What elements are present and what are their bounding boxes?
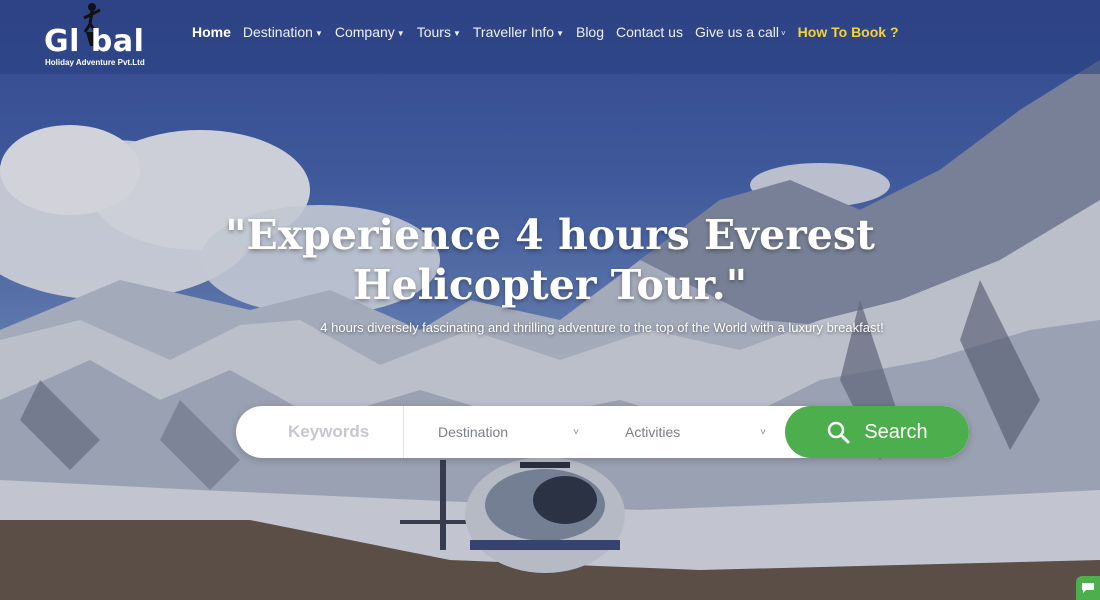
site-logo[interactable]: Gl bal Holiday Adventure Pvt.Ltd bbox=[44, 2, 164, 70]
destination-select[interactable]: Destination ˅ bbox=[404, 406, 591, 458]
chevron-down-icon: ˅ bbox=[781, 28, 786, 38]
chevron-down-icon: ▼ bbox=[314, 28, 323, 38]
nav-destination[interactable]: Destination ▼ bbox=[243, 24, 323, 40]
nav-contact[interactable]: Contact us bbox=[616, 24, 683, 40]
nav-call-label: Give us a call bbox=[694, 24, 779, 40]
keywords-input[interactable]: Keywords bbox=[236, 406, 404, 458]
headline-line-1: "Experience 4 hours Everest bbox=[225, 211, 875, 259]
hero-headline: "Experience 4 hours Everest Helicopter T… bbox=[0, 210, 1100, 310]
activities-select-label: Activities bbox=[625, 424, 681, 440]
nav-how-to-book[interactable]: How To Book ? bbox=[798, 24, 899, 40]
nav-destination-label: Destination bbox=[242, 24, 313, 40]
chat-icon bbox=[1082, 583, 1094, 593]
nav-blog-label: Blog bbox=[575, 24, 605, 40]
nav-home[interactable]: Home bbox=[192, 24, 231, 40]
chevron-down-icon: ˅ bbox=[573, 426, 579, 438]
nav-contact-label: Contact us bbox=[616, 24, 683, 40]
nav-tours[interactable]: Tours ▼ bbox=[417, 24, 461, 40]
search-button[interactable]: Search bbox=[785, 406, 969, 458]
headline-line-2: Helicopter Tour." bbox=[352, 261, 748, 309]
destination-select-label: Destination bbox=[438, 424, 509, 440]
nav-tours-label: Tours bbox=[416, 24, 451, 40]
search-icon bbox=[828, 421, 850, 444]
nav-traveller-info[interactable]: Traveller Info ▼ bbox=[473, 24, 564, 40]
chat-widget[interactable] bbox=[1076, 576, 1100, 600]
chevron-down-icon: ▼ bbox=[396, 28, 405, 38]
chevron-down-icon: ▼ bbox=[452, 28, 461, 38]
activities-select[interactable]: Activities ˅ bbox=[591, 406, 778, 458]
nav-how-to-book-label: How To Book ? bbox=[797, 24, 899, 40]
search-bar: Keywords Destination ˅ Activities ˅ Sear… bbox=[236, 406, 969, 458]
logo-tagline: Holiday Adventure Pvt.Ltd bbox=[45, 58, 145, 67]
top-navbar: Gl bal Holiday Adventure Pvt.Ltd Home De… bbox=[0, 0, 1100, 74]
nav-company[interactable]: Company ▼ bbox=[335, 24, 405, 40]
hero-subtitle: 4 hours diversely fascinating and thrill… bbox=[320, 320, 884, 335]
nav-company-label: Company bbox=[334, 24, 395, 40]
nav-home-label: Home bbox=[192, 24, 231, 40]
chevron-down-icon: ˅ bbox=[760, 426, 766, 438]
main-navigation: Home Destination ▼ Company ▼ Tours ▼ Tra… bbox=[192, 24, 911, 40]
logo-text: Gl bal bbox=[44, 24, 145, 59]
chevron-down-icon: ▼ bbox=[556, 28, 564, 38]
nav-call[interactable]: Give us a call ˅ bbox=[695, 24, 786, 40]
nav-traveller-info-label: Traveller Info bbox=[472, 24, 555, 40]
search-button-label: Search bbox=[864, 420, 928, 443]
nav-blog[interactable]: Blog bbox=[576, 24, 604, 40]
